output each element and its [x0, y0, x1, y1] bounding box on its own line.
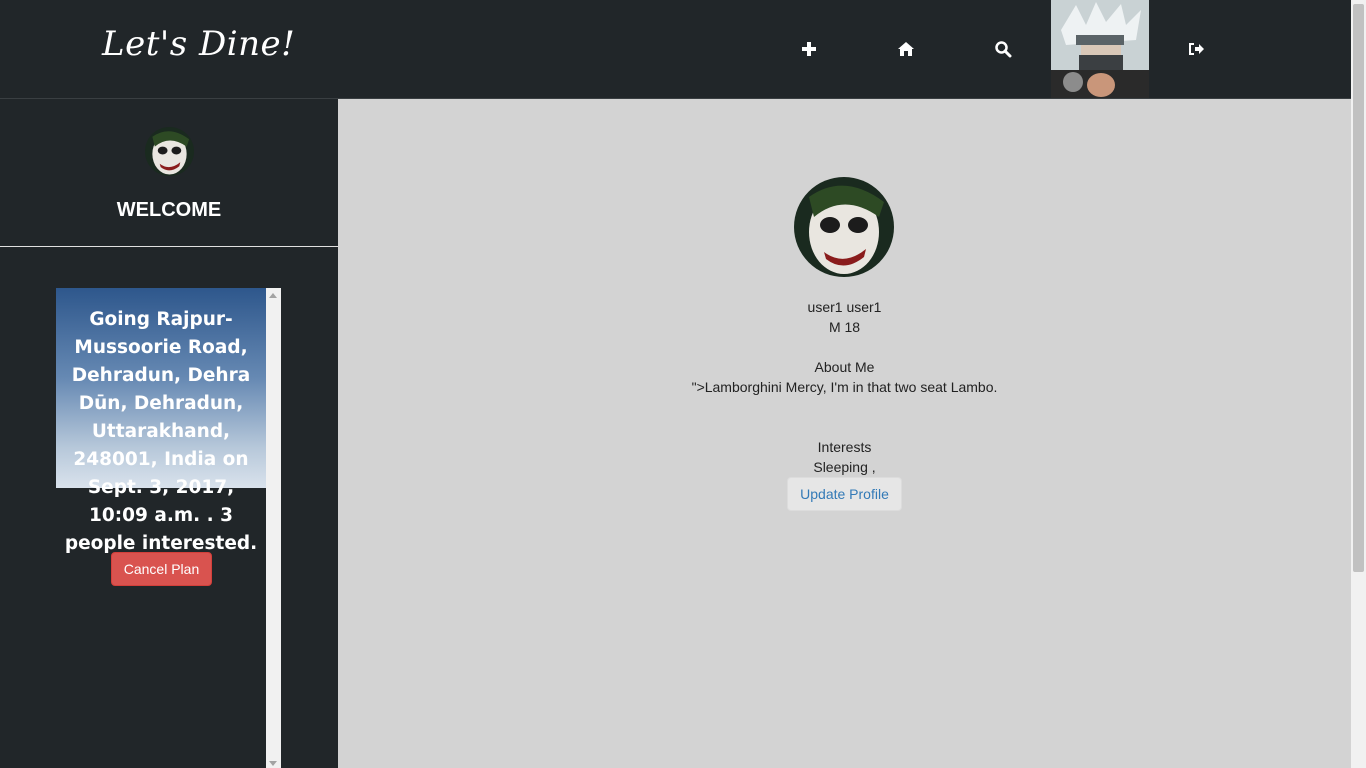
sidebar-divider — [0, 246, 338, 247]
interests-heading: Interests — [817, 439, 872, 455]
search-icon-glyph — [995, 41, 1012, 58]
joker-avatar-image — [145, 127, 194, 176]
home-icon[interactable] — [886, 30, 926, 68]
welcome-heading: WELCOME — [116, 199, 222, 221]
plus-icon[interactable] — [789, 30, 829, 68]
page-scrollbar-thumb[interactable] — [1353, 4, 1364, 572]
brand-logo[interactable]: Let's Dine! — [102, 24, 295, 64]
scroll-up-icon[interactable] — [269, 293, 277, 298]
profile-gender-age: M 18 — [828, 319, 861, 335]
avatar-image — [1051, 0, 1149, 98]
page-scrollbar[interactable] — [1351, 0, 1366, 768]
plan-description: Going Rajpur-Mussoorie Road, Dehradun, D… — [64, 309, 258, 554]
update-profile-button[interactable]: Update Profile — [787, 477, 902, 511]
logout-icon[interactable] — [1176, 30, 1216, 68]
main-content: user1 user1 M 18 About Me ">Lamborghini … — [338, 99, 1351, 768]
profile-joker-image — [794, 177, 894, 277]
scroll-down-icon[interactable] — [269, 761, 277, 766]
interests-text: Sleeping , — [813, 459, 876, 475]
home-icon-glyph — [898, 42, 914, 56]
about-heading: About Me — [814, 359, 875, 375]
top-navbar: Let's Dine! — [0, 0, 1351, 99]
profile-avatar — [794, 177, 894, 277]
about-text: ">Lamborghini Mercy, I'm in that two sea… — [691, 379, 998, 395]
profile-name: user1 user1 — [807, 299, 882, 315]
search-icon[interactable] — [983, 30, 1023, 68]
plus-icon-glyph — [802, 42, 816, 56]
sidebar-avatar — [145, 127, 194, 176]
plan-scrollbar[interactable] — [266, 288, 281, 768]
sidebar: WELCOME Going Rajpur-Mussoorie Road, Deh… — [0, 99, 338, 768]
logout-icon-glyph — [1189, 43, 1204, 55]
plan-card: Going Rajpur-Mussoorie Road, Dehradun, D… — [56, 288, 266, 768]
nav-profile-avatar[interactable] — [1051, 0, 1149, 98]
cancel-plan-button[interactable]: Cancel Plan — [111, 552, 212, 586]
